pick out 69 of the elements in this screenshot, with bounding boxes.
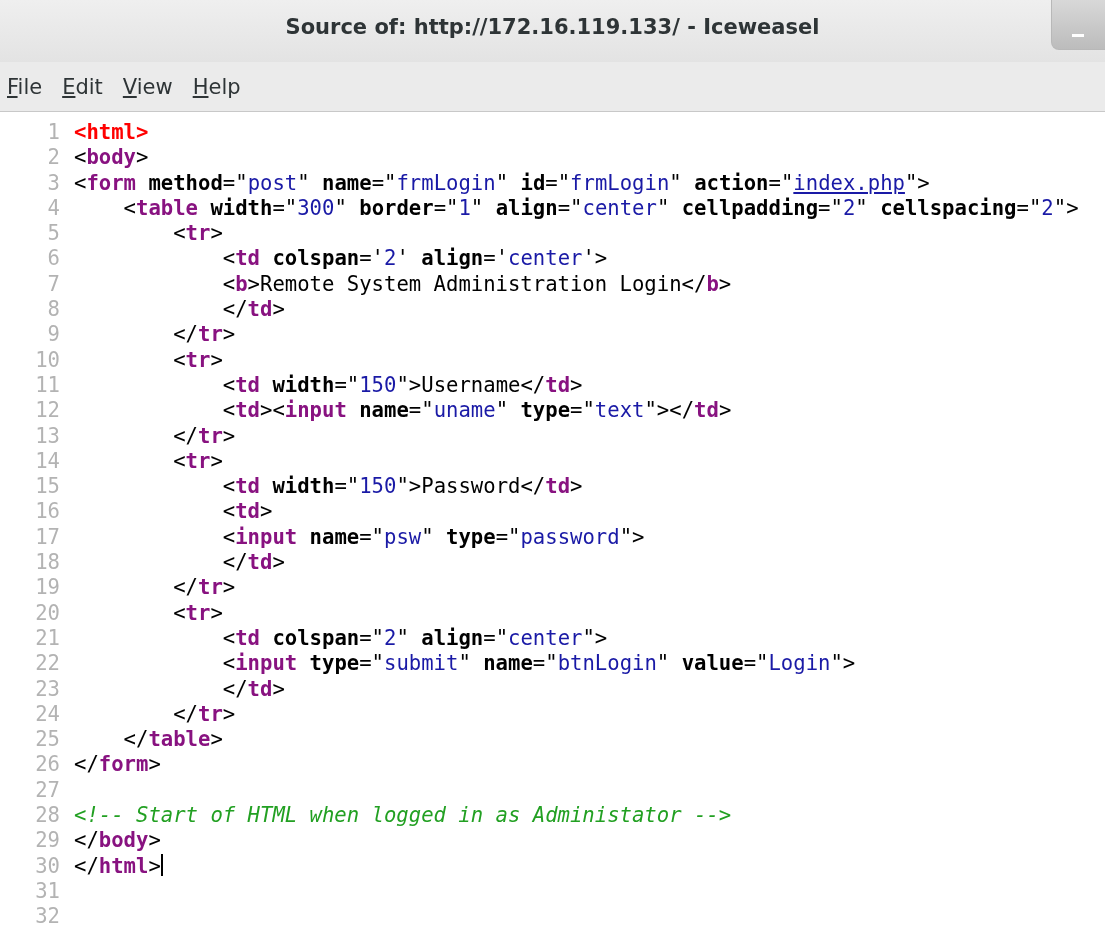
code-line: </table>	[122, 727, 223, 753]
code-line: </td>	[221, 297, 285, 323]
line-number: 15	[34, 474, 61, 500]
line-number: 4	[46, 195, 61, 222]
menu-item[interactable]: File	[7, 74, 43, 99]
code-line: <td><input name="uname" type="text"></td>	[221, 398, 732, 424]
line-number: 31	[34, 878, 61, 905]
window-title: Source of: http://172.16.119.133/ - Iceweasel	[285, 15, 820, 39]
code-line: </tr>	[172, 701, 236, 728]
code-line: </body>	[74, 828, 161, 854]
code-line: <!-- Start of HTML when logged in as Administator -->	[74, 803, 732, 829]
line-number: 9	[46, 322, 61, 348]
code-line: <body>	[74, 145, 149, 171]
code-line: </html>	[74, 853, 161, 879]
line-number: 7	[46, 271, 61, 298]
code-line: <form method="post" name="frmLogin" id="frmLogin" action="index.php">	[74, 170, 930, 196]
code-line: <table width="300" border="1" align="center" cellpadding="2" cellspacing="2">	[122, 195, 1079, 222]
menu-item[interactable]: Help	[192, 74, 241, 99]
code-line: <td colspan='2' align='center'>	[221, 246, 608, 272]
code-line: <html>	[74, 120, 149, 146]
line-number: 10	[34, 347, 61, 373]
line-number: 26	[34, 752, 61, 778]
line-number: 2	[46, 145, 61, 171]
line-number: 11	[34, 372, 61, 399]
line-number: 21	[34, 625, 61, 652]
code-line: </td>	[221, 550, 285, 576]
line-number: 30	[34, 853, 61, 879]
line-number: 24	[34, 701, 61, 728]
line-number: 19	[34, 575, 61, 601]
line-number: 29	[34, 828, 61, 854]
line-number: 18	[34, 550, 61, 576]
line-number: 23	[34, 676, 61, 702]
code-line: </tr>	[172, 575, 236, 601]
code-line: <tr>	[172, 221, 223, 247]
line-number: 16	[34, 499, 61, 525]
line-number: 8	[46, 297, 61, 323]
line-number: 14	[34, 448, 61, 475]
code-line: <input name="psw" type="password">	[221, 524, 645, 551]
code-line: <td width="150">Username</td>	[221, 372, 583, 399]
line-number: 3	[46, 170, 61, 196]
line-number: 25	[34, 727, 61, 753]
code-line: </form>	[74, 752, 161, 778]
line-number: 22	[34, 651, 61, 677]
code-line: </tr>	[172, 423, 236, 449]
code-line: <tr>	[172, 347, 223, 373]
line-number: 5	[46, 221, 61, 247]
code-line: <td width="150">Password</td>	[221, 474, 583, 500]
line-number: 20	[34, 600, 61, 626]
line-number: 1	[46, 120, 61, 146]
menu-item[interactable]: View	[122, 74, 173, 99]
line-number: 12	[34, 398, 61, 424]
menu-item[interactable]: Edit	[62, 74, 103, 99]
code-line: <td>	[221, 499, 273, 525]
code-line: <tr>	[172, 448, 223, 475]
source-link[interactable]: index.php	[793, 170, 905, 195]
code-line: </td>	[221, 676, 285, 702]
code-line: <b>Remote System Administration Login</b>	[221, 271, 732, 298]
code-line: <input type="submit" name="btnLogin" value="Login">	[221, 651, 856, 677]
line-number: 17	[34, 524, 61, 551]
code-line: <td colspan="2" align="center">	[221, 625, 608, 652]
line-number: 28	[34, 803, 61, 829]
code-line: <tr>	[172, 600, 223, 626]
minimize-button[interactable]	[1051, 0, 1105, 50]
line-number: 32	[34, 904, 61, 930]
minimize-icon	[1072, 34, 1084, 37]
line-number: 13	[34, 423, 61, 449]
code-line: </tr>	[172, 322, 236, 348]
line-number: 27	[34, 777, 61, 803]
line-number: 6	[46, 246, 61, 272]
